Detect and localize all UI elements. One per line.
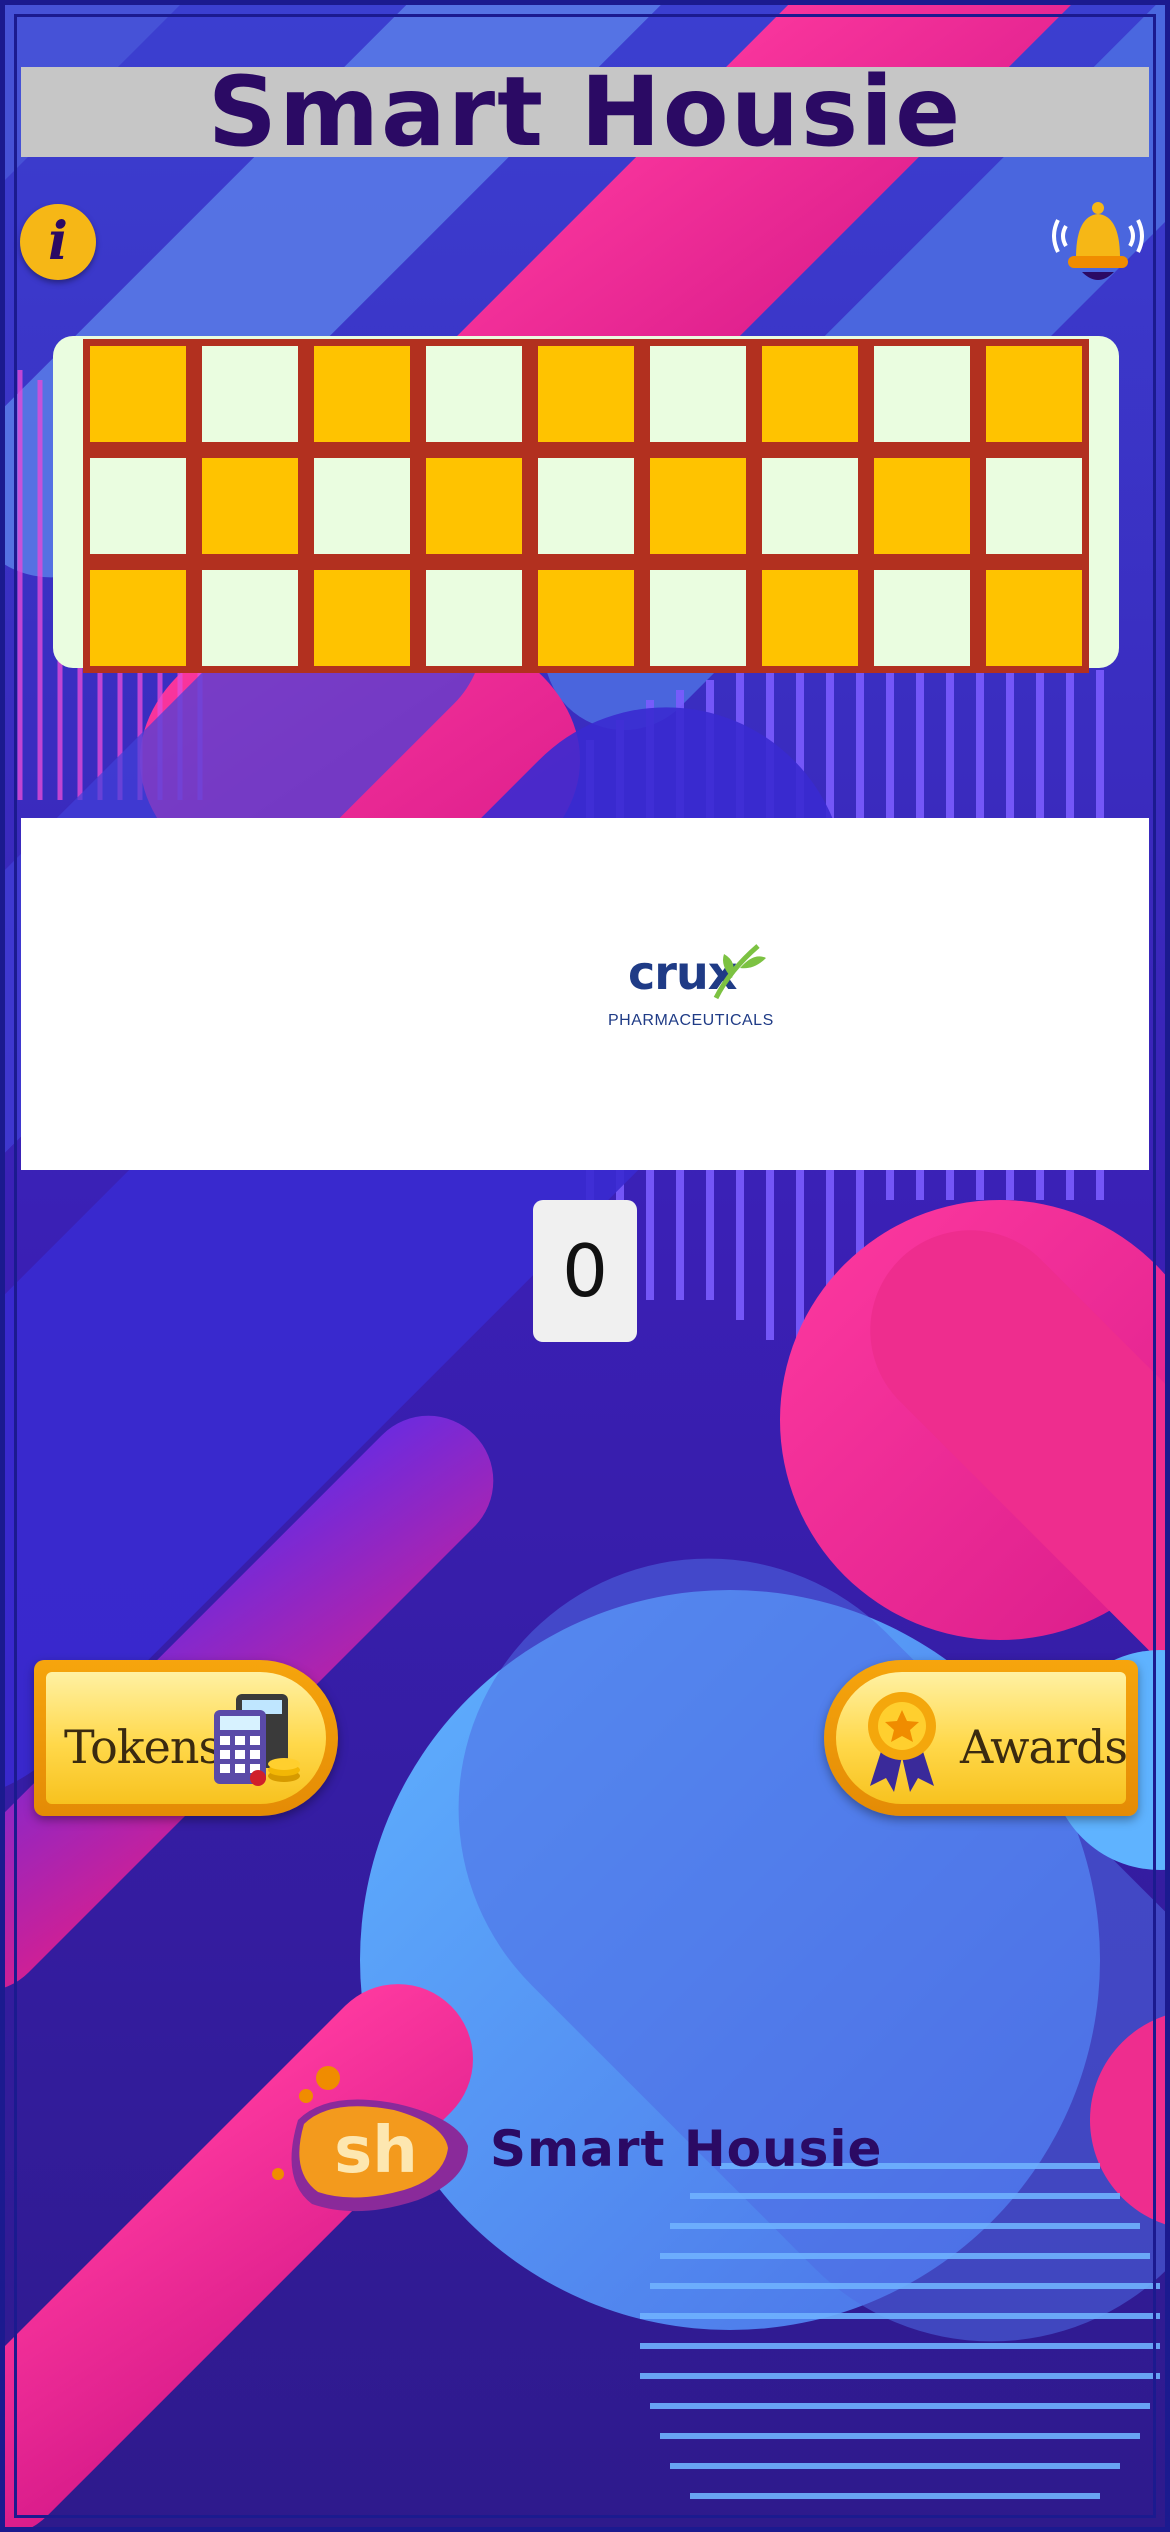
ticket-cell[interactable] <box>310 342 414 446</box>
ticket-cell[interactable] <box>758 566 862 670</box>
ticket-cell[interactable] <box>310 566 414 670</box>
app-title: Smart Housie <box>207 56 963 168</box>
tokens-label: Tokens <box>64 1720 222 1774</box>
ticket-cell[interactable] <box>870 566 974 670</box>
info-icon: i <box>48 211 68 272</box>
ticket-cell[interactable] <box>870 454 974 558</box>
awards-label: Awards <box>960 1720 1128 1774</box>
leaf-icon <box>713 944 766 1000</box>
footer-brand: Smart Housie <box>490 2120 883 2178</box>
bell-icon[interactable] <box>1052 196 1144 288</box>
number-counter: 0 <box>533 1200 637 1342</box>
ticket-cell[interactable] <box>646 454 750 558</box>
smart-housie-logo: sh <box>272 2066 468 2212</box>
ticket-cell[interactable] <box>534 342 638 446</box>
ticket-cell[interactable] <box>422 454 526 558</box>
award-ribbon-icon <box>868 1692 936 1792</box>
ticket-cell[interactable] <box>646 566 750 670</box>
calculator-coins-icon <box>214 1694 300 1786</box>
ticket-cell[interactable] <box>982 566 1086 670</box>
sponsor-banner[interactable] <box>21 818 1149 1170</box>
ticket-cell[interactable] <box>86 566 190 670</box>
ticket-cell[interactable] <box>534 454 638 558</box>
info-button[interactable]: i <box>20 204 96 280</box>
app-screen: Smart Housie i crux PHARMACEUTICALS 0 To… <box>0 0 1170 2532</box>
ticket-grid <box>83 339 1089 673</box>
ticket-cell[interactable] <box>758 454 862 558</box>
ticket-cell[interactable] <box>198 566 302 670</box>
ticket-cell[interactable] <box>758 342 862 446</box>
ticket-cell[interactable] <box>982 454 1086 558</box>
awards-button[interactable]: Awards <box>824 1660 1138 1816</box>
ticket-cell[interactable] <box>422 566 526 670</box>
ticket-cell[interactable] <box>422 342 526 446</box>
sponsor-tagline: PHARMACEUTICALS <box>608 1012 774 1029</box>
sponsor-logo: crux PHARMACEUTICALS <box>600 940 780 1040</box>
logo-monogram: sh <box>334 2114 418 2188</box>
housie-ticket <box>53 336 1119 673</box>
ticket-cell[interactable] <box>198 342 302 446</box>
ticket-cell[interactable] <box>870 342 974 446</box>
ticket-cell[interactable] <box>646 342 750 446</box>
tokens-button[interactable]: Tokens <box>34 1660 338 1816</box>
counter-value: 0 <box>562 1229 608 1313</box>
title-bar: Smart Housie <box>21 56 1149 168</box>
ticket-cell[interactable] <box>86 342 190 446</box>
ticket-cell[interactable] <box>982 342 1086 446</box>
ticket-cell[interactable] <box>198 454 302 558</box>
ticket-cell[interactable] <box>534 566 638 670</box>
ticket-cell[interactable] <box>310 454 414 558</box>
ticket-cell[interactable] <box>86 454 190 558</box>
